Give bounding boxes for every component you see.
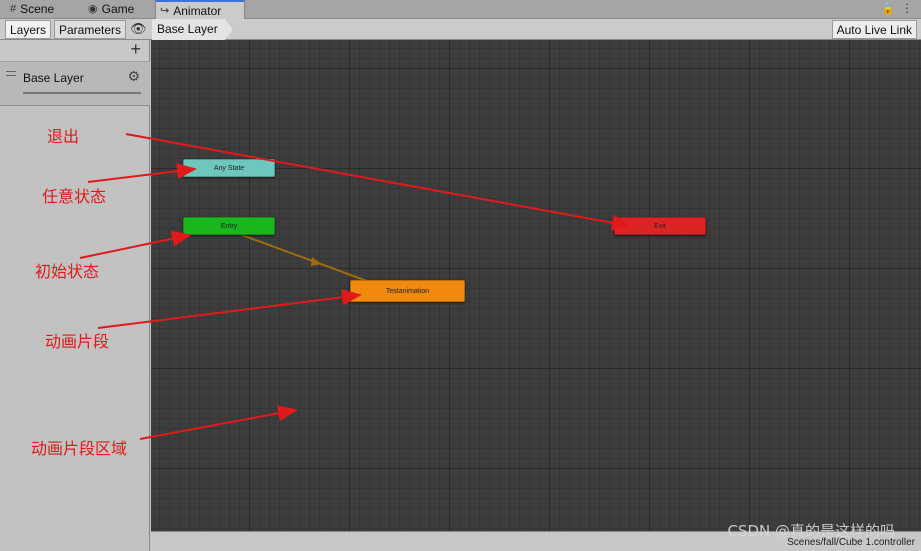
state-entry[interactable]: Entry [183,217,275,235]
state-exit[interactable]: Exit [614,217,706,235]
annotation-clip: 动画片段 [45,332,110,351]
annotation-initial-state: 初始状态 [35,262,100,281]
state-any-state[interactable]: Any State [183,159,275,177]
transition-layer [241,234,368,282]
annotation-any-state: 任意状态 [42,187,107,206]
annotation-exit: 退出 [47,127,80,146]
transition-entry-to-clip[interactable] [241,234,368,282]
watermark: CSDN @真的是这样的吗 [727,522,895,540]
state-testanimation[interactable]: Testanimation [350,280,465,302]
annotation-clip-area: 动画片段区域 [31,439,128,458]
